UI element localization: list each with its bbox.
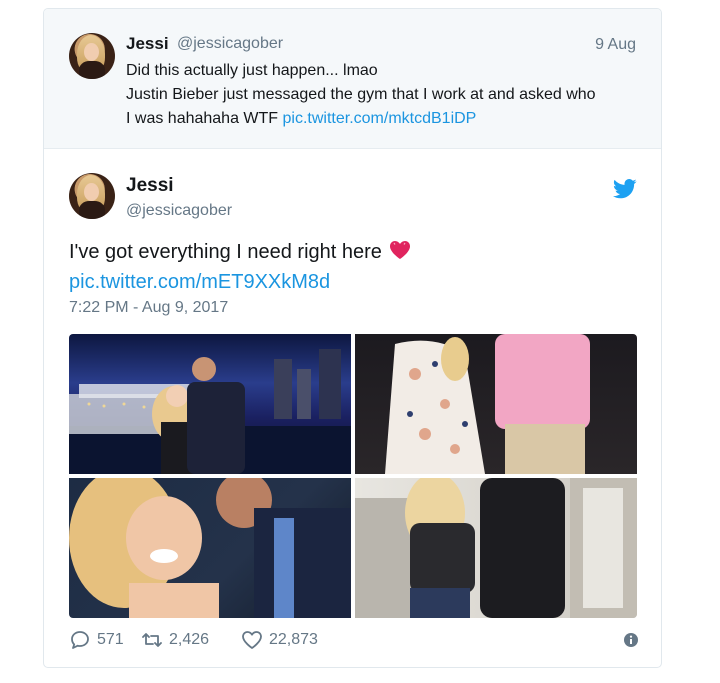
author-name[interactable]: Jessi [126,175,174,197]
quoted-line-2: Justin Bieber just messaged the gym that… [126,86,596,103]
heart-icon [242,631,262,649]
quoted-line-3-text: I was hahahaha WTF [126,110,283,127]
tweet-pic-link[interactable]: pic.twitter.com/mET9XXkM8d [69,267,330,297]
tweet-timestamp[interactable]: 7:22 PM - Aug 9, 2017 [69,299,228,317]
twitter-bird-icon[interactable] [613,179,637,199]
author-name[interactable]: Jessi [126,34,169,54]
photo-1[interactable] [69,334,351,474]
author-handle[interactable]: @jessicagober [177,35,283,53]
quoted-pic-link[interactable]: pic.twitter.com/mktcdB1iDP [283,110,477,127]
tweet-card: Jessi @jessicagober 9 Aug Did this actua… [43,8,662,668]
quoted-tweet[interactable]: Jessi @jessicagober 9 Aug Did this actua… [44,9,661,149]
photo-3[interactable] [69,478,351,618]
quoted-line-3: I was hahahaha WTF pic.twitter.com/mktcd… [126,107,646,131]
tweet-text: I've got everything I need right here [69,237,411,267]
tweet-text-body: I've got everything I need right here [69,241,382,263]
reply-icon [71,631,89,649]
info-icon[interactable] [623,632,639,648]
author-handle[interactable]: @jessicagober [126,202,232,220]
tweet-date[interactable]: 9 Aug [595,36,636,54]
reply-action[interactable]: 571 [69,629,124,651]
avatar[interactable] [69,173,115,219]
reply-count: 571 [97,631,124,648]
like-count: 22,873 [269,631,318,648]
tweet-actions: 571 2,426 22,873 [69,629,639,653]
retweet-action[interactable]: 2,426 [141,629,209,651]
heart-emoji-icon [390,241,411,259]
retweet-count: 2,426 [169,631,210,648]
quoted-line-1: Did this actually just happen... lmao [126,62,378,79]
photo-2[interactable] [355,334,637,474]
photo-4[interactable] [355,478,637,618]
like-action[interactable]: 22,873 [241,629,318,651]
avatar[interactable] [69,33,115,79]
quoted-text: Did this actually just happen... lmao Ju… [126,59,646,131]
photo-grid [69,334,637,618]
retweet-icon [142,633,162,647]
